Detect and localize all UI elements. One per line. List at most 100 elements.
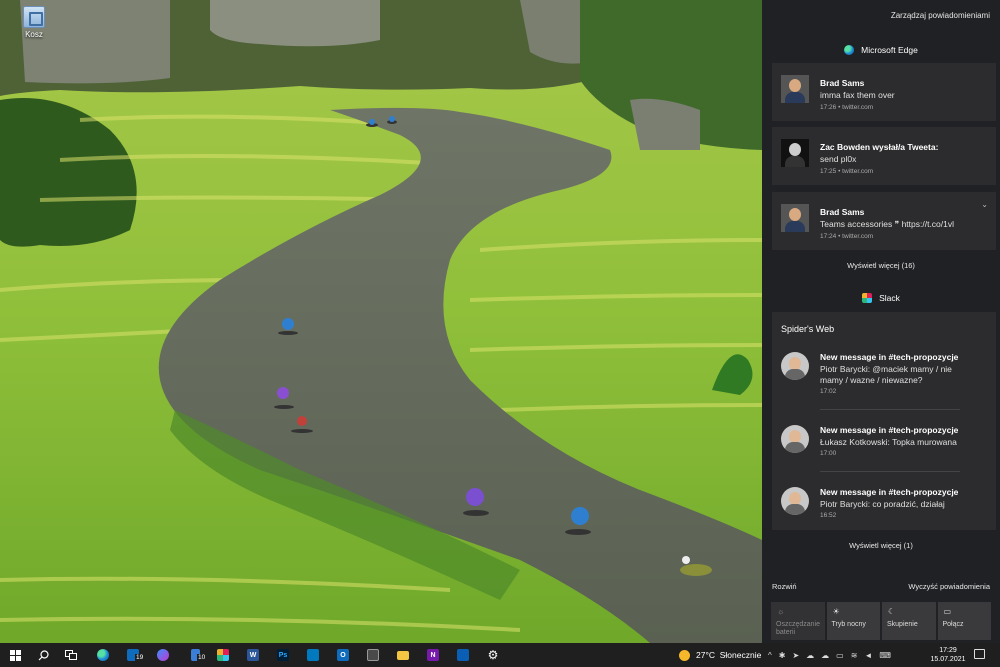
tile-label: Połącz bbox=[942, 621, 964, 628]
slack-group-title: Slack bbox=[879, 293, 900, 303]
search-icon bbox=[38, 649, 49, 660]
slack-tray-icon[interactable]: ✱ bbox=[779, 651, 786, 660]
slack-group-header: Slack bbox=[762, 290, 1000, 306]
message-title: New message in #tech-propozycje bbox=[820, 487, 959, 497]
notification-center-icon[interactable] bbox=[974, 649, 985, 659]
taskbar-photoshop[interactable]: Ps bbox=[268, 643, 298, 667]
onedrive-icon[interactable]: ☁ bbox=[821, 651, 829, 660]
slack-icon bbox=[217, 649, 229, 661]
recycle-bin-desktop-icon[interactable]: Kosz bbox=[14, 6, 54, 39]
taskbar-calendar[interactable]: 10 bbox=[180, 643, 210, 667]
start-button[interactable] bbox=[0, 643, 30, 667]
edge-notification[interactable]: Zac Bowden wysłał/a Tweeta: send pl0x 17… bbox=[772, 127, 996, 185]
taskbar-slack[interactable] bbox=[208, 643, 238, 667]
taskbar-messenger[interactable] bbox=[148, 643, 178, 667]
message-body: Łukasz Kotkowski: Topka murowana bbox=[820, 437, 957, 447]
trello-icon bbox=[307, 649, 319, 661]
edge-show-more-link[interactable]: Wyświetl więcej (16) bbox=[762, 261, 1000, 270]
notification-title: Zac Bowden wysłał/a Tweeta: bbox=[820, 142, 939, 152]
message-body: Piotr Barycki: co poradzić, działaj bbox=[820, 499, 945, 509]
expand-link[interactable]: Rozwiń bbox=[772, 582, 797, 591]
weather-widget[interactable]: 27°C Słonecznie bbox=[679, 643, 761, 667]
message-body: Piotr Barycki: @maciek mamy / nie mamy /… bbox=[820, 364, 952, 385]
connect-icon: ▭ bbox=[943, 607, 952, 616]
avatar bbox=[781, 204, 809, 232]
search-button[interactable] bbox=[28, 643, 58, 667]
taskbar-outlook[interactable]: O bbox=[328, 643, 358, 667]
volume-icon[interactable]: ◄ bbox=[864, 651, 872, 660]
desktop-icon-label: Kosz bbox=[25, 30, 43, 39]
message-title: New message in #tech-propozycje bbox=[820, 352, 959, 362]
chevron-up-icon[interactable]: ^ bbox=[768, 651, 772, 660]
battery-icon[interactable]: ▭ bbox=[836, 651, 844, 660]
slack-message[interactable]: New message in #tech-propozycje Łukasz K… bbox=[772, 423, 996, 483]
taskbar-file-explorer[interactable] bbox=[388, 643, 418, 667]
divider bbox=[820, 471, 960, 472]
mail-badge: 19 bbox=[135, 654, 145, 661]
notification-meta: 17:24 • twitter.com bbox=[820, 233, 874, 240]
wifi-icon[interactable]: ≋ bbox=[851, 651, 858, 660]
weather-temp: 27°C bbox=[696, 650, 715, 660]
chevron-down-icon[interactable]: ⌄ bbox=[981, 200, 988, 209]
outlook-icon: O bbox=[337, 649, 349, 661]
message-time: 17:02 bbox=[820, 388, 837, 395]
notification-meta: 17:26 • twitter.com bbox=[820, 104, 874, 111]
system-tray: ^ ✱ ➤ ☁ ☁ ▭ ≋ ◄ ⌨ bbox=[768, 643, 891, 667]
notification-title: Brad Sams bbox=[820, 78, 865, 88]
taskbar-word[interactable]: W bbox=[238, 643, 268, 667]
taskbar-outlook-2[interactable] bbox=[448, 643, 478, 667]
outlook-icon bbox=[457, 649, 469, 661]
calendar-badge: 10 bbox=[197, 654, 207, 661]
battery-saver-tile[interactable]: ☼ Oszczędzanie baterii bbox=[771, 602, 825, 640]
slack-show-more-link[interactable]: Wyświetl więcej (1) bbox=[762, 541, 1000, 550]
connect-tile[interactable]: ▭ Połącz bbox=[937, 602, 991, 640]
clock-date: 15.07.2021 bbox=[930, 656, 966, 663]
manage-notifications-link[interactable]: Zarządzaj powiadomieniami bbox=[891, 11, 990, 20]
telegram-icon[interactable]: ➤ bbox=[792, 651, 799, 660]
avatar bbox=[781, 425, 809, 453]
slack-notification-card[interactable]: Spider's Web New message in #tech-propoz… bbox=[772, 312, 996, 530]
edge-group-title: Microsoft Edge bbox=[861, 45, 918, 55]
tile-label: Tryb nocny bbox=[831, 621, 866, 628]
windows-icon bbox=[9, 649, 21, 661]
notification-meta: 17:25 • twitter.com bbox=[820, 168, 874, 175]
notification-body: send pl0x bbox=[820, 154, 857, 164]
action-center: Zarządzaj powiadomieniami Microsoft Edge… bbox=[762, 0, 1000, 643]
edge-group-header: Microsoft Edge bbox=[762, 42, 1000, 58]
taskbar-settings[interactable]: ⚙ bbox=[478, 643, 508, 667]
taskbar-mail[interactable]: 19 bbox=[118, 643, 148, 667]
recycle-bin-icon bbox=[23, 6, 45, 28]
clock-time: 17:29 bbox=[939, 647, 957, 654]
slack-workspace-name: Spider's Web bbox=[781, 324, 835, 334]
slack-message[interactable]: New message in #tech-propozycje Piotr Ba… bbox=[772, 350, 996, 410]
taskbar-calculator[interactable] bbox=[358, 643, 388, 667]
taskbar-onenote[interactable]: N bbox=[418, 643, 448, 667]
tile-label: Skupienie bbox=[887, 621, 918, 628]
sun-icon bbox=[679, 649, 690, 661]
edge-notification[interactable]: Brad Sams Teams accessories ❞ https://t.… bbox=[772, 192, 996, 250]
edge-notification[interactable]: Brad Sams imma fax them over 17:26 • twi… bbox=[772, 63, 996, 121]
clear-notifications-link[interactable]: Wyczyść powiadomienia bbox=[908, 582, 990, 591]
notification-body: Teams accessories ❞ https://t.co/1vl bbox=[820, 219, 955, 229]
avatar bbox=[781, 139, 809, 167]
taskbar-trello[interactable] bbox=[298, 643, 328, 667]
notification-title: Brad Sams bbox=[820, 207, 865, 217]
messenger-icon bbox=[157, 649, 169, 661]
avatar bbox=[781, 75, 809, 103]
slack-icon bbox=[862, 293, 873, 303]
tile-label: Oszczędzanie baterii bbox=[776, 621, 820, 636]
keyboard-icon[interactable]: ⌨ bbox=[879, 651, 891, 660]
slack-message[interactable]: New message in #tech-propozycje Piotr Ba… bbox=[772, 485, 996, 545]
taskbar-edge[interactable] bbox=[88, 643, 118, 667]
clock[interactable]: 17:29 15.07.2021 bbox=[928, 646, 968, 664]
message-time: 16:52 bbox=[820, 512, 837, 519]
cloud-icon[interactable]: ☁ bbox=[806, 651, 814, 660]
night-light-tile[interactable]: ☀ Tryb nocny bbox=[826, 602, 880, 640]
photoshop-icon: Ps bbox=[277, 649, 289, 661]
taskbar: 19 10 W Ps O N ⚙ 27°C Słonecznie ^ ✱ ➤ ☁… bbox=[0, 643, 1000, 667]
avatar bbox=[781, 352, 809, 380]
notification-body: imma fax them over bbox=[820, 90, 895, 100]
task-view-button[interactable] bbox=[56, 643, 86, 667]
focus-assist-tile[interactable]: ☾ Skupienie bbox=[882, 602, 936, 640]
edge-icon bbox=[97, 649, 109, 661]
